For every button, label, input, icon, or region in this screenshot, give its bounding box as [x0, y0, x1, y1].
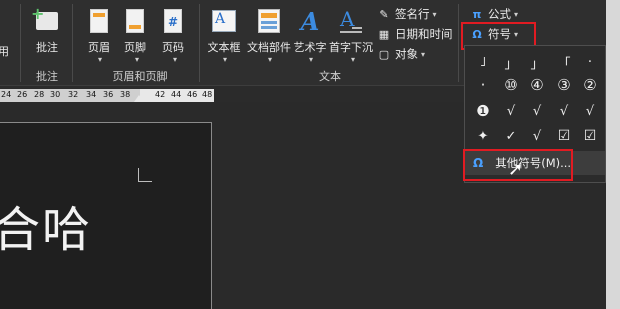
symbol-cell[interactable]: ②: [579, 75, 601, 95]
comment-button[interactable]: + 批注: [30, 4, 64, 55]
comment-add-icon: +: [31, 4, 58, 30]
date-time-button[interactable]: ▦ 日期和时间: [377, 26, 453, 42]
horizontal-ruler[interactable]: 24 26 28 30 32 34 36 38 42 44 46 48: [0, 89, 214, 102]
date-time-icon: ▦: [378, 27, 390, 41]
ruler-tick: 36: [103, 90, 114, 99]
dropcap-icon: A: [340, 7, 362, 33]
symbol-cell[interactable]: ⑩: [500, 75, 522, 95]
pi-icon: π: [472, 7, 482, 21]
signature-line-button[interactable]: ✎ 签名行 ▾: [377, 6, 437, 22]
symbol-cell[interactable]: √: [579, 101, 601, 121]
symbol-cell[interactable]: √: [526, 101, 548, 121]
equation-label: 公式: [488, 7, 511, 21]
object-button[interactable]: ▢ 对象 ▾: [377, 46, 425, 62]
header-label: 页眉: [88, 41, 110, 54]
text-group-label: 文本: [319, 70, 341, 83]
textbox-label: 文本框: [207, 41, 241, 54]
symbol-cell[interactable]: ·: [472, 75, 494, 95]
comment-group-label: 批注: [36, 70, 58, 83]
symbol-cell[interactable]: 」: [500, 52, 522, 72]
object-label: 对象: [395, 47, 418, 61]
signature-line-icon: ✎: [379, 7, 389, 21]
ruler-tick: 30: [50, 90, 61, 99]
datetime-label: 日期和时间: [395, 27, 453, 41]
textbox-chevron-down-icon[interactable]: ▾: [223, 55, 227, 64]
dropcap-chevron-down-icon[interactable]: ▾: [351, 55, 355, 64]
vertical-scrollbar[interactable]: [606, 0, 620, 309]
symbol-cell[interactable]: ☑: [553, 126, 575, 146]
symbol-cell[interactable]: ④: [526, 75, 548, 95]
page-number-chevron-down-icon[interactable]: ▾: [173, 55, 177, 64]
ruler-tick: 46: [187, 90, 198, 99]
partial-left-label: 用: [0, 45, 9, 58]
symbol-cell[interactable]: ˩: [472, 52, 494, 72]
doc-parts-button[interactable]: 文档部件: [246, 6, 292, 55]
wordart-icon: A: [300, 6, 320, 36]
textbox-button[interactable]: A 文本框: [205, 6, 243, 55]
margin-corner-mark: [138, 168, 152, 182]
dropcap-button[interactable]: A 首字下沉: [328, 6, 374, 55]
header-icon: [90, 9, 108, 33]
footer-icon: [126, 9, 144, 33]
symbol-cell[interactable]: √: [500, 101, 522, 121]
document-text[interactable]: 合哈: [0, 190, 92, 260]
wordart-label: 艺术字: [293, 41, 327, 54]
symbol-cell[interactable]: ✓: [500, 126, 522, 146]
ruler-tick: 26: [17, 90, 28, 99]
symbol-cell[interactable]: 「: [553, 52, 575, 72]
symbol-cell[interactable]: √: [553, 101, 575, 121]
symbol-cell[interactable]: ❶: [472, 101, 494, 121]
doc-parts-label: 文档部件: [247, 41, 291, 54]
doc-parts-chevron-down-icon[interactable]: ▾: [268, 55, 272, 64]
ruler-tick: 42: [155, 90, 166, 99]
dropcap-label: 首字下沉: [329, 41, 373, 54]
signature-label: 签名行: [395, 7, 430, 21]
ruler-tick: 38: [120, 90, 131, 99]
ruler-tick: 24: [1, 90, 12, 99]
wordart-chevron-down-icon[interactable]: ▾: [309, 55, 313, 64]
ruler-tick: 44: [171, 90, 182, 99]
comment-label: 批注: [36, 41, 58, 54]
partial-left-button[interactable]: 用: [0, 40, 9, 59]
ruler-indent-marker[interactable]: [134, 95, 144, 102]
object-icon: ▢: [378, 47, 390, 61]
mouse-pointer-icon: ➚: [508, 159, 524, 180]
ruler-tick: 32: [68, 90, 79, 99]
equation-chevron-down-icon: ▾: [514, 9, 519, 19]
header-footer-group-label: 页眉和页脚: [112, 70, 168, 83]
footer-chevron-down-icon[interactable]: ▾: [135, 55, 139, 64]
quick-parts-icon: [258, 9, 280, 33]
page-number-button[interactable]: # 页码: [158, 6, 188, 55]
equation-button[interactable]: π 公式 ▾: [470, 6, 518, 22]
ruler-tick: 28: [34, 90, 45, 99]
footer-label: 页脚: [124, 41, 146, 54]
footer-button[interactable]: 页脚: [120, 6, 150, 55]
ruler-tick: 48: [202, 90, 213, 99]
textbox-icon: A: [212, 10, 236, 32]
page-number-label: 页码: [162, 41, 184, 54]
symbol-cell[interactable]: ·: [579, 52, 601, 72]
object-chevron-down-icon: ▾: [421, 49, 426, 59]
ruler-tick: 34: [86, 90, 97, 99]
symbol-cell[interactable]: √: [526, 126, 548, 146]
signature-chevron-down-icon: ▾: [432, 9, 437, 19]
symbol-cell[interactable]: ③: [553, 75, 575, 95]
wordart-button[interactable]: A 艺术字: [292, 6, 328, 55]
page-number-icon: #: [164, 9, 182, 33]
symbol-cell[interactable]: ☑: [579, 126, 601, 146]
symbol-cell[interactable]: 」: [526, 52, 548, 72]
symbol-cell[interactable]: ✦: [472, 126, 494, 146]
header-chevron-down-icon[interactable]: ▾: [98, 55, 102, 64]
header-button[interactable]: 页眉: [84, 6, 114, 55]
